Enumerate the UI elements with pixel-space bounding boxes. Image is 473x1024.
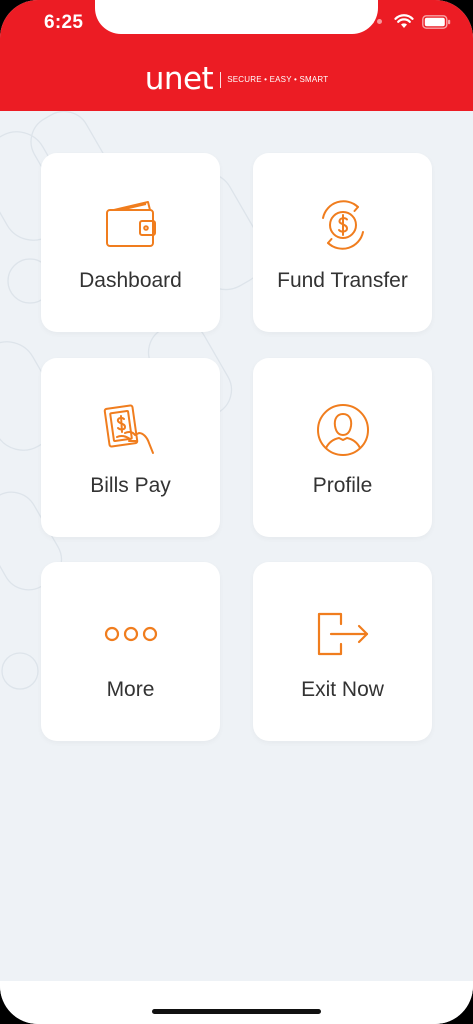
- fund-transfer-label: Fund Transfer: [277, 269, 408, 292]
- more-dots-icon: [41, 604, 220, 664]
- dollar-exchange-icon: [253, 195, 432, 255]
- app-screen: 6:25 unet SECURE • EASY • SMART Dashboar…: [0, 0, 473, 1024]
- status-time: 6:25: [44, 12, 84, 33]
- logo-separator: [220, 71, 222, 88]
- more-card[interactable]: More: [41, 562, 220, 741]
- profile-card[interactable]: Profile: [253, 358, 432, 537]
- exit-now-label: Exit Now: [301, 678, 384, 701]
- bottom-bar: [0, 981, 473, 1024]
- more-label: More: [106, 678, 155, 701]
- unet-logo: unet SECURE • EASY • SMART: [0, 64, 473, 95]
- exit-now-card[interactable]: Exit Now: [253, 562, 432, 741]
- logo-text: unet: [144, 61, 214, 97]
- wifi-icon: [394, 14, 414, 28]
- app-header: 6:25 unet SECURE • EASY • SMART: [0, 0, 473, 111]
- device-notch: [95, 0, 378, 34]
- fund-transfer-card[interactable]: Fund Transfer: [253, 153, 432, 332]
- dashboard-label: Dashboard: [79, 269, 182, 292]
- cash-hand-icon: [41, 400, 220, 460]
- cellular-signal-icon: [353, 19, 382, 24]
- logo-tagline: SECURE • EASY • SMART: [227, 75, 329, 84]
- profile-label: Profile: [312, 474, 373, 497]
- dashboard-card[interactable]: Dashboard: [41, 153, 220, 332]
- bills-pay-card[interactable]: Bills Pay: [41, 358, 220, 537]
- battery-icon: [422, 14, 451, 29]
- bills-pay-label: Bills Pay: [90, 474, 171, 497]
- status-indicators: [353, 14, 451, 29]
- wallet-icon: [41, 195, 220, 255]
- exit-icon: [253, 604, 432, 664]
- home-indicator[interactable]: [152, 1009, 321, 1014]
- user-icon: [253, 400, 432, 460]
